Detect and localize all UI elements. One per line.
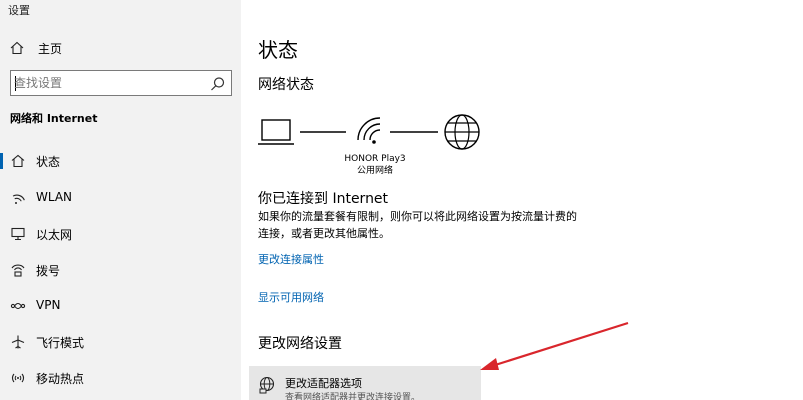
search-input[interactable] (14, 73, 194, 93)
wifi-icon (12, 194, 25, 204)
adapter-options-title: 更改适配器选项 (285, 377, 362, 390)
sidebar-item-wlan[interactable]: WLAN (0, 183, 241, 213)
change-network-settings-heading: 更改网络设置 (258, 336, 342, 352)
home-icon (10, 41, 24, 55)
sidebar-item-airplane[interactable]: 飞行模式 (0, 327, 241, 357)
network-status-title: 网络状态 (258, 77, 314, 93)
sidebar-item-vpn[interactable]: VPN (0, 291, 241, 321)
sidebar-item-label: 移动热点 (36, 372, 85, 386)
network-type: 公用网络 (356, 166, 393, 176)
connection-status-heading: 你已连接到 Internet (258, 191, 389, 207)
hotspot-icon (11, 373, 25, 383)
sidebar: 设置 主页 网络和 Internet 状态 WLAN (0, 0, 241, 400)
connection-status-description: 如果你的流量套餐有限制，则你可以将此网络设置为按流量计费的连接，或者更改其他属性… (258, 210, 577, 240)
sidebar-item-dialup[interactable]: 拨号 (0, 255, 241, 285)
change-adapter-options-item[interactable]: 更改适配器选项 查看网络适配器并更改连接设置。 (249, 366, 481, 400)
globe-icon (444, 114, 480, 150)
sidebar-item-status[interactable]: 状态 (0, 146, 241, 176)
network-name: HONOR Play3 (344, 154, 406, 164)
annotation-arrow (480, 321, 629, 370)
network-adapter-icon (259, 376, 275, 394)
home-status-icon (11, 154, 25, 168)
change-connection-properties-link[interactable]: 更改连接属性 (258, 251, 324, 267)
network-device-caption: HONOR Play3 公用网络 (335, 153, 415, 177)
home-nav-item[interactable]: 主页 (10, 38, 62, 58)
ethernet-icon (11, 227, 25, 241)
page-title: 状态 (258, 38, 298, 62)
laptop-icon (258, 119, 294, 145)
active-indicator (0, 153, 3, 169)
dialup-icon (11, 264, 25, 277)
sidebar-item-label: 飞行模式 (36, 336, 85, 350)
home-label: 主页 (38, 41, 63, 56)
sidebar-item-label: 拨号 (36, 264, 61, 278)
section-title: 网络和 Internet (10, 112, 98, 125)
adapter-options-description: 查看网络适配器并更改连接设置。 (285, 393, 421, 400)
sidebar-item-label: 以太网 (36, 228, 73, 242)
wifi-icon (357, 117, 381, 144)
sidebar-item-hotspot[interactable]: 移动热点 (0, 363, 241, 393)
window-title: 设置 (8, 4, 30, 17)
sidebar-item-label: VPN (36, 298, 61, 312)
sidebar-item-label: WLAN (36, 190, 73, 204)
airplane-icon (11, 335, 25, 349)
search-box[interactable] (10, 70, 232, 96)
sidebar-item-ethernet[interactable]: 以太网 (0, 219, 241, 249)
sidebar-item-label: 状态 (36, 155, 61, 169)
show-available-networks-link[interactable]: 显示可用网络 (258, 289, 324, 305)
vpn-icon (10, 302, 26, 310)
search-icon[interactable] (209, 75, 227, 93)
